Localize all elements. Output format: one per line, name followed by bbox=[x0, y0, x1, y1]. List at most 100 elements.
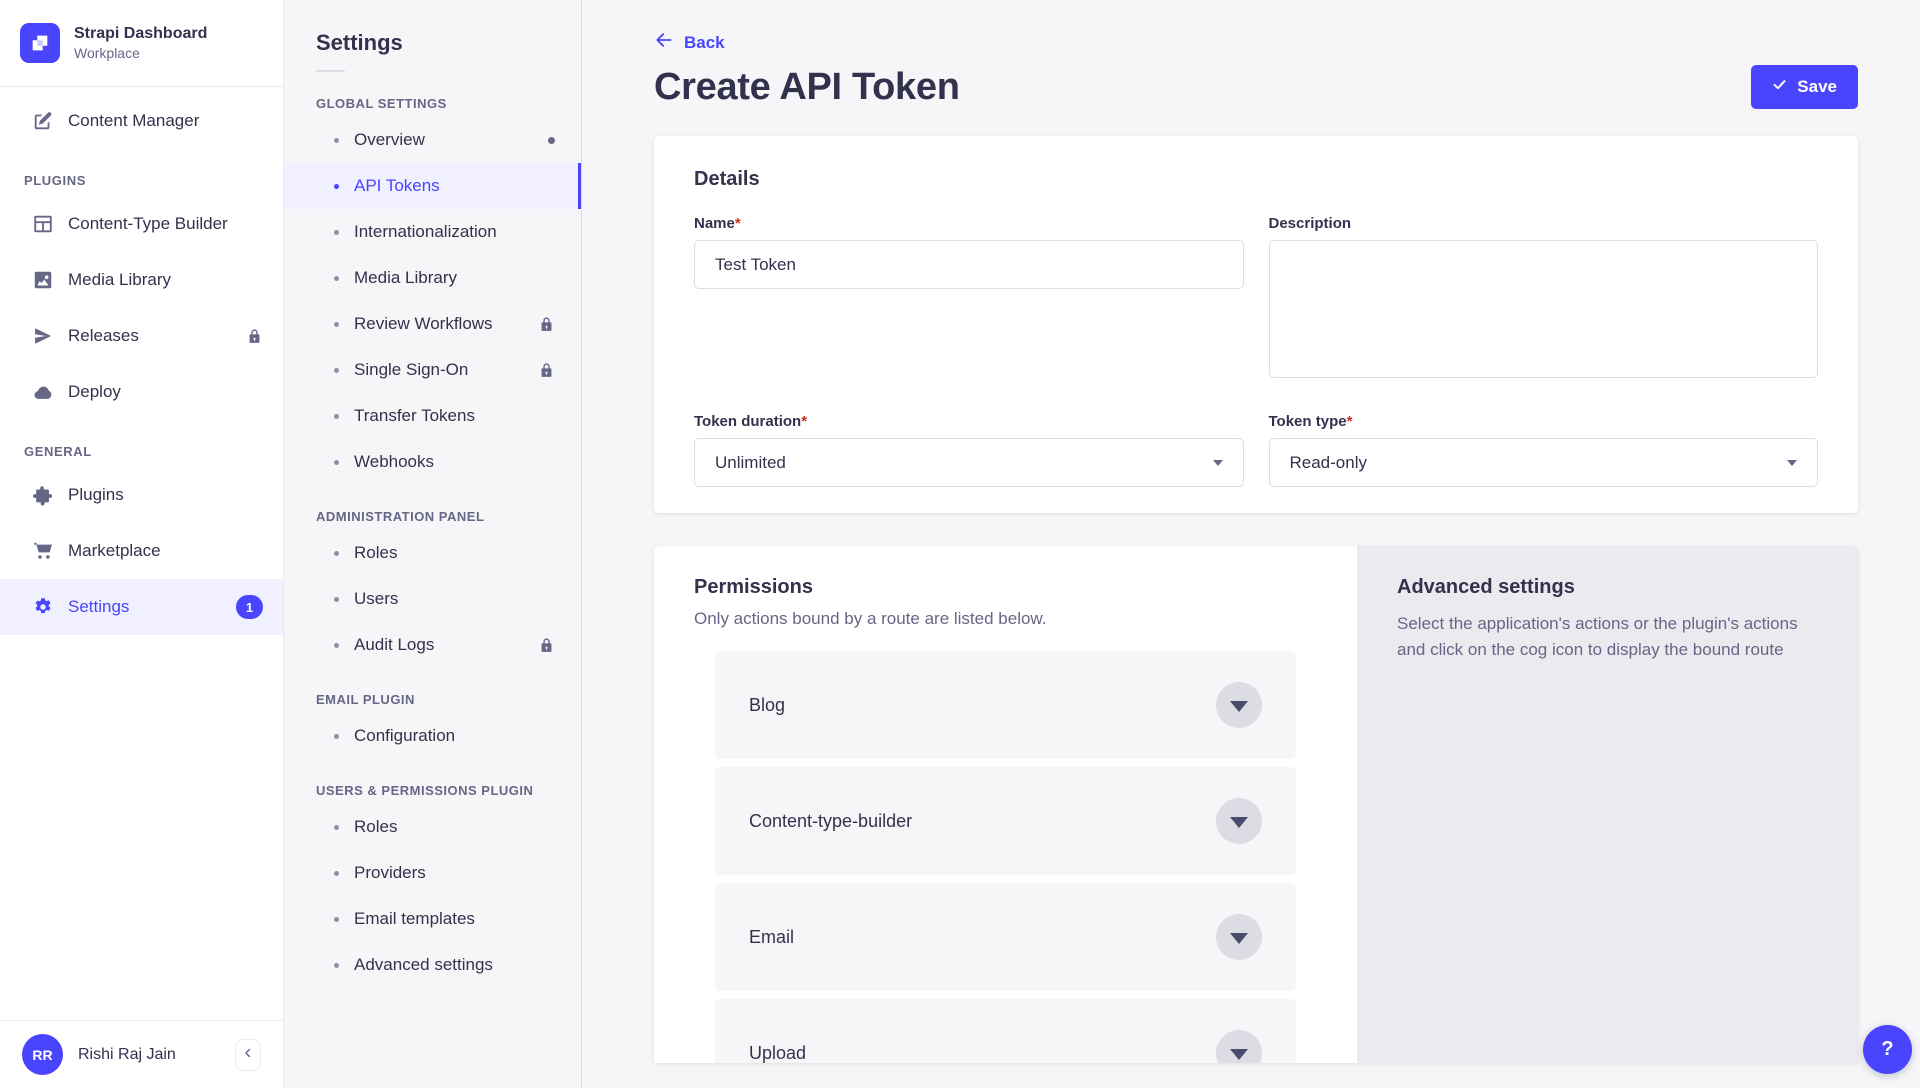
accordion-email[interactable]: Email bbox=[715, 883, 1296, 991]
user-name: Rishi Raj Jain bbox=[78, 1046, 176, 1064]
subnav-item-label: Single Sign-On bbox=[354, 360, 468, 380]
permissions-accordion-list: Blog Content-type-builder Email bbox=[715, 651, 1296, 1063]
subnav-item-admin-roles[interactable]: Roles bbox=[284, 530, 581, 576]
subnav-item-webhooks[interactable]: Webhooks bbox=[284, 439, 581, 485]
token-duration-value: Unlimited bbox=[715, 453, 786, 473]
subnav-item-single-sign-on[interactable]: Single Sign-On bbox=[284, 347, 581, 393]
required-asterisk: * bbox=[735, 215, 741, 232]
subnav-item-audit-logs[interactable]: Audit Logs bbox=[284, 622, 581, 668]
sidebar-item-label: Releases bbox=[68, 326, 139, 346]
subnav-item-advanced-settings[interactable]: Advanced settings bbox=[284, 942, 581, 988]
accordion-toggle-button[interactable] bbox=[1216, 682, 1262, 728]
subnav-item-label: Configuration bbox=[354, 726, 455, 746]
bullet-icon bbox=[334, 184, 339, 189]
token-type-select[interactable]: Read-only bbox=[1269, 438, 1819, 487]
sidebar-item-deploy[interactable]: Deploy bbox=[0, 364, 283, 420]
token-duration-select[interactable]: Unlimited bbox=[694, 438, 1244, 487]
strapi-logo-icon bbox=[20, 23, 60, 63]
main-sidebar: Strapi Dashboard Workplace Content Manag… bbox=[0, 0, 284, 1088]
sidebar-collapse-button[interactable] bbox=[235, 1039, 261, 1071]
accordion-toggle-button[interactable] bbox=[1216, 914, 1262, 960]
chevron-down-icon bbox=[1230, 933, 1248, 944]
page-title: Create API Token bbox=[654, 66, 960, 109]
back-link[interactable]: Back bbox=[654, 30, 725, 55]
sidebar-item-label: Marketplace bbox=[68, 541, 161, 561]
subnav-item-api-tokens[interactable]: API Tokens bbox=[284, 163, 581, 209]
permissions-heading: Permissions bbox=[694, 576, 1317, 599]
name-input[interactable] bbox=[694, 240, 1244, 289]
subnav-item-media-library[interactable]: Media Library bbox=[284, 255, 581, 301]
description-field-group: Description bbox=[1269, 215, 1819, 383]
save-button[interactable]: Save bbox=[1751, 65, 1858, 109]
lock-icon bbox=[538, 637, 555, 654]
accordion-toggle-button[interactable] bbox=[1216, 1030, 1262, 1063]
sidebar-section-plugins: PLUGINS bbox=[0, 173, 283, 188]
app-root: Strapi Dashboard Workplace Content Manag… bbox=[0, 0, 1920, 1088]
sidebar-item-label: Settings bbox=[68, 597, 129, 617]
workspace-subtitle: Workplace bbox=[74, 44, 207, 62]
subnav-item-review-workflows[interactable]: Review Workflows bbox=[284, 301, 581, 347]
accordion-blog[interactable]: Blog bbox=[715, 651, 1296, 759]
description-textarea[interactable] bbox=[1269, 240, 1819, 378]
subnav-section-global-settings: GLOBAL SETTINGS bbox=[284, 96, 581, 111]
bullet-icon bbox=[334, 871, 339, 876]
subnav-item-label: Advanced settings bbox=[354, 955, 493, 975]
subnav-item-overview[interactable]: Overview bbox=[284, 117, 581, 163]
subnav-item-label: Roles bbox=[354, 543, 397, 563]
sidebar-item-content-manager[interactable]: Content Manager bbox=[0, 93, 283, 149]
subnav-item-admin-users[interactable]: Users bbox=[284, 576, 581, 622]
sidebar-item-plugins[interactable]: Plugins bbox=[0, 467, 283, 523]
subnav-item-email-templates[interactable]: Email templates bbox=[284, 896, 581, 942]
sidebar-item-media-library[interactable]: Media Library bbox=[0, 252, 283, 308]
help-button[interactable]: ? bbox=[1863, 1025, 1912, 1074]
content-manager-icon bbox=[32, 110, 54, 132]
sidebar-item-marketplace[interactable]: Marketplace bbox=[0, 523, 283, 579]
advanced-settings-description: Select the application's actions or the … bbox=[1397, 611, 1818, 664]
subnav-item-internationalization[interactable]: Internationalization bbox=[284, 209, 581, 255]
description-label: Description bbox=[1269, 215, 1819, 232]
sidebar-item-releases[interactable]: Releases bbox=[0, 308, 283, 364]
subnav-item-label: Roles bbox=[354, 817, 397, 837]
chevron-left-icon bbox=[241, 1046, 255, 1063]
bullet-icon bbox=[334, 276, 339, 281]
token-duration-field-group: Token duration* Unlimited bbox=[694, 413, 1244, 487]
permissions-subtitle: Only actions bound by a route are listed… bbox=[694, 609, 1317, 629]
workspace-title: Strapi Dashboard bbox=[74, 24, 207, 44]
check-icon bbox=[1772, 77, 1787, 97]
user-avatar[interactable]: RR bbox=[22, 1034, 63, 1075]
workspace-brand[interactable]: Strapi Dashboard Workplace bbox=[0, 0, 283, 87]
bullet-icon bbox=[334, 368, 339, 373]
sidebar-item-content-type-builder[interactable]: Content-Type Builder bbox=[0, 196, 283, 252]
lock-icon bbox=[246, 328, 263, 345]
subnav-item-up-roles[interactable]: Roles bbox=[284, 804, 581, 850]
bullet-icon bbox=[334, 643, 339, 648]
subnav-item-email-configuration[interactable]: Configuration bbox=[284, 713, 581, 759]
bullet-icon bbox=[334, 551, 339, 556]
sidebar-item-label: Plugins bbox=[68, 485, 124, 505]
settings-notification-badge: 1 bbox=[236, 595, 263, 619]
accordion-upload[interactable]: Upload bbox=[715, 999, 1296, 1063]
token-duration-label: Token duration* bbox=[694, 413, 1244, 430]
bullet-icon bbox=[334, 460, 339, 465]
lock-icon bbox=[538, 316, 555, 333]
save-label: Save bbox=[1797, 77, 1837, 97]
sidebar-item-settings[interactable]: Settings 1 bbox=[0, 579, 283, 635]
releases-icon bbox=[32, 325, 54, 347]
subnav-section-users-permissions-plugin: USERS & PERMISSIONS PLUGIN bbox=[284, 783, 581, 798]
bullet-icon bbox=[334, 825, 339, 830]
bullet-icon bbox=[334, 963, 339, 968]
accordion-content-type-builder[interactable]: Content-type-builder bbox=[715, 767, 1296, 875]
subnav-item-transfer-tokens[interactable]: Transfer Tokens bbox=[284, 393, 581, 439]
bullet-icon bbox=[334, 917, 339, 922]
subnav-item-providers[interactable]: Providers bbox=[284, 850, 581, 896]
arrow-left-icon bbox=[654, 30, 674, 55]
sidebar-item-label: Deploy bbox=[68, 382, 121, 402]
accordion-label: Email bbox=[749, 927, 794, 948]
sidebar-section-general: GENERAL bbox=[0, 444, 283, 459]
media-library-icon bbox=[32, 269, 54, 291]
bullet-icon bbox=[334, 414, 339, 419]
name-label: Name* bbox=[694, 215, 1244, 232]
marketplace-icon bbox=[32, 540, 54, 562]
accordion-toggle-button[interactable] bbox=[1216, 798, 1262, 844]
name-field-group: Name* bbox=[694, 215, 1244, 383]
